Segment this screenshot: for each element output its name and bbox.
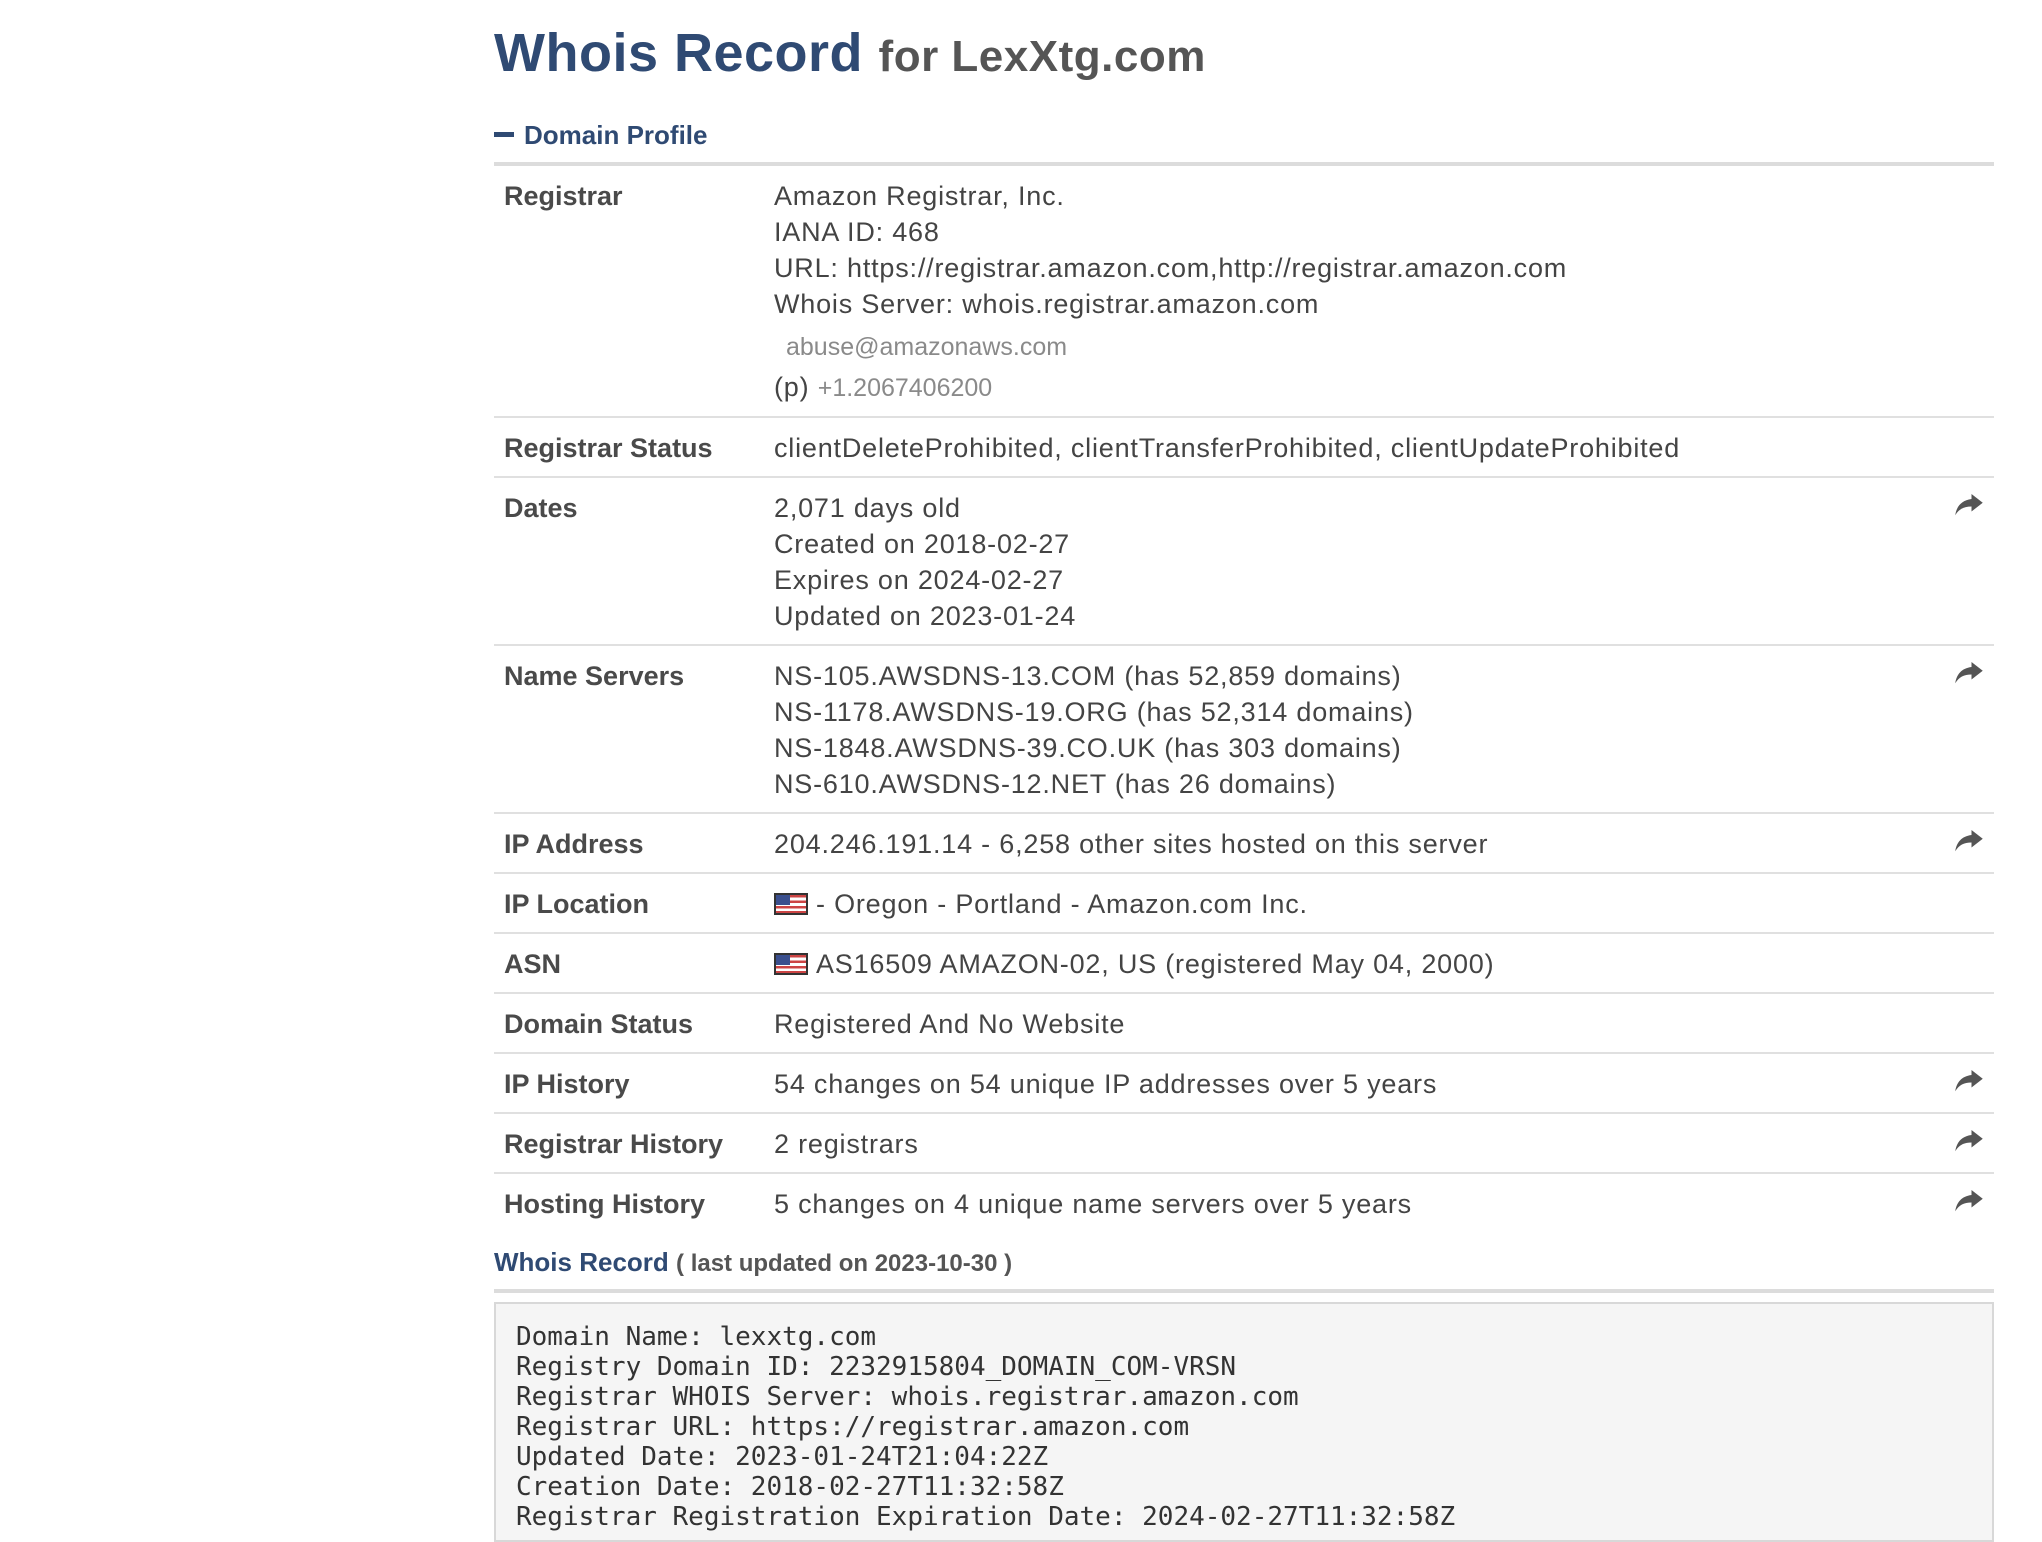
page-title-domain: for LexXtg.com: [878, 32, 1206, 81]
name-server-item[interactable]: NS-1178.AWSDNS-19.ORG (has 52,314 domain…: [774, 694, 1924, 730]
us-flag-icon: [774, 952, 808, 975]
whois-record-heading: Whois Record ( last updated on 2023-10-3…: [494, 1247, 1012, 1278]
row-label: Hosting History: [504, 1189, 706, 1219]
share-arrow-icon[interactable]: [1954, 659, 1984, 685]
page-title: Whois Record for LexXtg.com: [494, 22, 1206, 84]
domain-age: 2,071 days old: [774, 493, 961, 523]
name-server-item[interactable]: NS-105.AWSDNS-13.COM (has 52,859 domains…: [774, 658, 1924, 694]
ip-location-cell: - Oregon - Portland - Amazon.com Inc.: [764, 873, 1934, 933]
row-label: IP Address: [504, 829, 644, 859]
ip-location-value: - Oregon - Portland - Amazon.com Inc.: [816, 889, 1308, 919]
raw-line: Registrar Registration Expiration Date: …: [516, 1502, 1456, 1532]
row-label: Dates: [504, 493, 578, 523]
row-domain-status: Domain Status Registered And No Website: [494, 993, 1994, 1053]
raw-line: Updated Date: 2023-01-24T21:04:22Z: [516, 1442, 1049, 1472]
registrar-history-value: 2 registrars: [774, 1129, 919, 1159]
row-name-servers: Name Servers NS-105.AWSDNS-13.COM (has 5…: [494, 645, 1994, 813]
raw-line: Domain Name: lexxtg.com: [516, 1322, 877, 1352]
us-flag-icon: [774, 892, 808, 915]
name-servers-list: NS-105.AWSDNS-13.COM (has 52,859 domains…: [764, 645, 1934, 813]
row-label: IP Location: [504, 889, 650, 919]
raw-whois-record: Domain Name: lexxtg.com Registry Domain …: [494, 1302, 1994, 1542]
ip-address-value[interactable]: 204.246.191.14 - 6,258 other sites hoste…: [764, 813, 1934, 873]
raw-line: Registrar WHOIS Server: whois.registrar.…: [516, 1382, 1299, 1412]
row-hosting-history: Hosting History 5 changes on 4 unique na…: [494, 1173, 1994, 1232]
whois-record-updated-note: ( last updated on 2023-10-30 ): [676, 1250, 1013, 1277]
row-label: Registrar: [504, 181, 623, 211]
share-arrow-icon[interactable]: [1954, 1127, 1984, 1153]
share-arrow-icon[interactable]: [1954, 491, 1984, 517]
row-ip-location: IP Location - Oregon - Portland - Amazon…: [494, 873, 1994, 933]
raw-line: Creation Date: 2018-02-27T11:32:58Z: [516, 1472, 1064, 1502]
expires-date: Expires on 2024-02-27: [774, 565, 1064, 595]
domain-profile-table: Registrar Amazon Registrar, Inc. IANA ID…: [494, 166, 1994, 1232]
row-label: IP History: [504, 1069, 630, 1099]
share-arrow-icon[interactable]: [1954, 1187, 1984, 1213]
asn-cell: AS16509 AMAZON-02, US (registered May 04…: [764, 933, 1934, 993]
asn-value: AS16509 AMAZON-02, US (registered May 04…: [816, 949, 1495, 979]
registrar-phone: +1.2067406200: [817, 374, 993, 402]
registrar-status-value: clientDeleteProhibited, clientTransferPr…: [774, 433, 1681, 463]
row-ip-address: IP Address 204.246.191.14 - 6,258 other …: [494, 813, 1994, 873]
updated-date: Updated on 2023-01-24: [774, 601, 1077, 631]
domain-profile-toggle[interactable]: Domain Profile: [494, 120, 707, 151]
row-label: ASN: [504, 949, 562, 979]
domain-profile-label: Domain Profile: [524, 120, 708, 150]
registrar-whois-server: Whois Server: whois.registrar.amazon.com: [774, 289, 1320, 319]
row-label: Registrar History: [504, 1129, 724, 1159]
ip-history-value: 54 changes on 54 unique IP addresses ove…: [774, 1069, 1438, 1099]
minus-icon: [494, 131, 514, 137]
row-label: Name Servers: [504, 661, 685, 691]
raw-line: Registry Domain ID: 2232915804_DOMAIN_CO…: [516, 1352, 1237, 1382]
row-registrar: Registrar Amazon Registrar, Inc. IANA ID…: [494, 166, 1994, 417]
created-date: Created on 2018-02-27: [774, 529, 1071, 559]
share-arrow-icon[interactable]: [1954, 1067, 1984, 1093]
registrar-url: URL: https://registrar.amazon.com,http:/…: [774, 253, 1568, 283]
registrar-name: Amazon Registrar, Inc.: [774, 181, 1065, 211]
page-title-main: Whois Record: [494, 23, 864, 83]
registrar-details: Amazon Registrar, Inc. IANA ID: 468 URL:…: [764, 166, 1934, 417]
share-arrow-icon[interactable]: [1954, 827, 1984, 853]
row-asn: ASN AS16509 AMAZON-02, US (registered Ma…: [494, 933, 1994, 993]
dates-value: 2,071 days old Created on 2018-02-27 Exp…: [764, 477, 1934, 645]
registrar-iana: IANA ID: 468: [774, 217, 940, 247]
divider: [494, 1289, 1994, 1293]
registrar-email: abuse@amazonaws.com: [786, 333, 1068, 361]
row-dates: Dates 2,071 days old Created on 2018-02-…: [494, 477, 1994, 645]
row-ip-history: IP History 54 changes on 54 unique IP ad…: [494, 1053, 1994, 1113]
row-label: Registrar Status: [504, 433, 713, 463]
domain-status-value: Registered And No Website: [774, 1009, 1126, 1039]
whois-record-link[interactable]: Whois Record: [494, 1247, 669, 1277]
name-server-item[interactable]: NS-1848.AWSDNS-39.CO.UK (has 303 domains…: [774, 730, 1924, 766]
row-registrar-history: Registrar History 2 registrars: [494, 1113, 1994, 1173]
row-label: Domain Status: [504, 1009, 694, 1039]
name-server-item[interactable]: NS-610.AWSDNS-12.NET (has 26 domains): [774, 766, 1924, 802]
row-registrar-status: Registrar Status clientDeleteProhibited,…: [494, 417, 1994, 477]
phone-prefix: (p): [774, 372, 810, 402]
raw-line: Registrar URL: https://registrar.amazon.…: [516, 1412, 1190, 1442]
hosting-history-value: 5 changes on 4 unique name servers over …: [774, 1189, 1412, 1219]
